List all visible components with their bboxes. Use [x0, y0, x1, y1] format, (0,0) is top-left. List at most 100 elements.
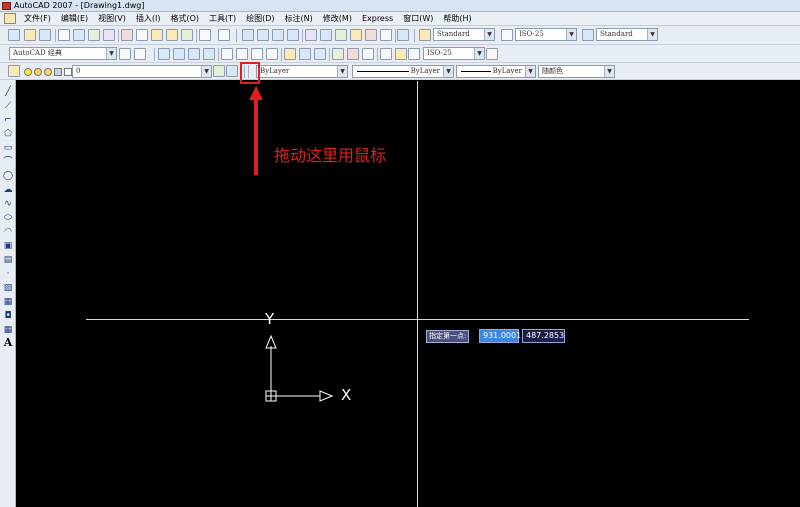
new-icon[interactable]: [8, 29, 20, 41]
publish-icon[interactable]: [88, 29, 100, 41]
chevron-down-icon[interactable]: ▼: [525, 66, 535, 77]
markup-icon[interactable]: [365, 29, 377, 41]
lineweight-select[interactable]: ByLayer ▼: [456, 65, 536, 78]
arc-length-icon[interactable]: [188, 48, 200, 60]
linear-dimension-icon[interactable]: [158, 48, 170, 60]
layer-viewport-thaw-icon[interactable]: [44, 67, 52, 76]
zoom-previous-icon[interactable]: [287, 29, 299, 41]
zoom-realtime-icon[interactable]: [257, 29, 269, 41]
gradient-icon[interactable]: ▦: [3, 297, 13, 307]
print-icon[interactable]: [58, 29, 70, 41]
make-object-layer-current-icon[interactable]: [213, 65, 225, 77]
chevron-down-icon[interactable]: ▼: [201, 66, 211, 77]
region-icon[interactable]: ◘: [3, 311, 13, 321]
menu-modify[interactable]: 修改(M): [318, 12, 357, 26]
ellipse-arc-icon[interactable]: ◠: [3, 227, 13, 237]
revision-cloud-icon[interactable]: ☁: [3, 185, 13, 195]
properties-icon[interactable]: [305, 29, 317, 41]
color-select[interactable]: ByLayer ▼: [256, 65, 348, 78]
layer-previous-icon[interactable]: [226, 65, 238, 77]
chevron-down-icon[interactable]: ▼: [337, 66, 347, 77]
ordinate-dimension-icon[interactable]: [203, 48, 215, 60]
zoom-window-icon[interactable]: [272, 29, 284, 41]
dim-style-icon[interactable]: [501, 29, 513, 41]
3d-dwf-icon[interactable]: [103, 29, 115, 41]
save-workspace-icon[interactable]: [134, 48, 146, 60]
text-style-select[interactable]: Standard ▼: [433, 28, 495, 41]
point-icon[interactable]: ·: [3, 269, 13, 279]
menu-window[interactable]: 窗口(W): [398, 12, 438, 26]
dynamic-input-y[interactable]: 487.2853: [522, 329, 565, 343]
dynamic-input-x[interactable]: 931.0001: [479, 329, 521, 343]
dim-style-select-2[interactable]: ISO-25 ▼: [423, 47, 485, 60]
design-center-icon[interactable]: [320, 29, 332, 41]
tool-palettes-icon[interactable]: [335, 29, 347, 41]
chevron-down-icon[interactable]: ▼: [647, 29, 657, 40]
redo-icon[interactable]: [218, 29, 230, 41]
plot-style-select[interactable]: 随颜色 ▼: [538, 65, 615, 78]
menu-file[interactable]: 文件(F): [19, 12, 56, 26]
document-icon[interactable]: [4, 13, 16, 24]
polyline-icon[interactable]: ⌐: [3, 115, 13, 125]
chevron-down-icon[interactable]: ▼: [566, 29, 576, 40]
continue-dimension-icon[interactable]: [314, 48, 326, 60]
baseline-dimension-icon[interactable]: [299, 48, 311, 60]
drawing-canvas[interactable]: [17, 80, 800, 507]
dimension-update-icon[interactable]: [408, 48, 420, 60]
dimension-style-manager-icon[interactable]: [486, 48, 498, 60]
menu-edit[interactable]: 编辑(E): [56, 12, 93, 26]
text-style-icon[interactable]: [419, 29, 431, 41]
cut-icon[interactable]: [121, 29, 133, 41]
workspace-select[interactable]: AutoCAD 经典 ▼: [9, 47, 117, 60]
menu-draw[interactable]: 绘图(D): [241, 12, 279, 26]
jogged-dimension-icon[interactable]: [236, 48, 248, 60]
radius-dimension-icon[interactable]: [221, 48, 233, 60]
circle-icon[interactable]: ◯: [3, 171, 13, 181]
layer-manager-icon[interactable]: [8, 65, 20, 77]
menu-insert[interactable]: 插入(I): [131, 12, 166, 26]
copy-icon[interactable]: [136, 29, 148, 41]
layer-select[interactable]: 0 ▼: [72, 65, 212, 78]
menu-dimension[interactable]: 标注(N): [280, 12, 318, 26]
layer-unlock-icon[interactable]: [54, 67, 62, 76]
hatch-icon[interactable]: ▨: [3, 283, 13, 293]
chevron-down-icon[interactable]: ▼: [484, 29, 494, 40]
make-block-icon[interactable]: ▤: [3, 255, 13, 265]
multiline-text-icon[interactable]: A: [3, 337, 13, 348]
open-icon[interactable]: [24, 29, 36, 41]
quick-dimension-icon[interactable]: [284, 48, 296, 60]
spline-icon[interactable]: ∿: [3, 199, 13, 209]
sheet-set-icon[interactable]: [350, 29, 362, 41]
chevron-down-icon[interactable]: ▼: [604, 66, 614, 77]
table-icon[interactable]: ▦: [3, 325, 13, 335]
construction-line-icon[interactable]: ⟋: [3, 101, 13, 111]
chevron-down-icon[interactable]: ▼: [474, 48, 484, 59]
table-style-icon[interactable]: [582, 29, 594, 41]
menu-view[interactable]: 视图(V): [93, 12, 131, 26]
menu-format[interactable]: 格式(O): [165, 12, 204, 26]
undo-icon[interactable]: [199, 29, 211, 41]
layer-thaw-icon[interactable]: [34, 67, 42, 76]
menu-express[interactable]: Express: [357, 12, 398, 26]
workspace-settings-icon[interactable]: [119, 48, 131, 60]
angular-dimension-icon[interactable]: [266, 48, 278, 60]
save-icon[interactable]: [39, 29, 51, 41]
help-icon[interactable]: [397, 29, 409, 41]
chevron-down-icon[interactable]: ▼: [443, 66, 453, 77]
block-editor-icon[interactable]: [181, 29, 193, 41]
ellipse-icon[interactable]: ⬭: [3, 213, 13, 223]
insert-block-icon[interactable]: ▣: [3, 241, 13, 251]
polygon-icon[interactable]: ⬠: [3, 129, 13, 139]
dimension-edit-icon[interactable]: [380, 48, 392, 60]
chevron-down-icon[interactable]: ▼: [106, 48, 116, 59]
pan-icon[interactable]: [242, 29, 254, 41]
tolerance-icon[interactable]: [347, 48, 359, 60]
autocad-app-icon[interactable]: [2, 2, 11, 10]
quick-leader-icon[interactable]: [332, 48, 344, 60]
match-properties-icon[interactable]: [166, 29, 178, 41]
quickcalc-icon[interactable]: [380, 29, 392, 41]
center-mark-icon[interactable]: [362, 48, 374, 60]
aligned-dimension-icon[interactable]: [173, 48, 185, 60]
arc-icon[interactable]: ⌒: [3, 157, 13, 167]
line-icon[interactable]: ╱: [3, 87, 13, 97]
